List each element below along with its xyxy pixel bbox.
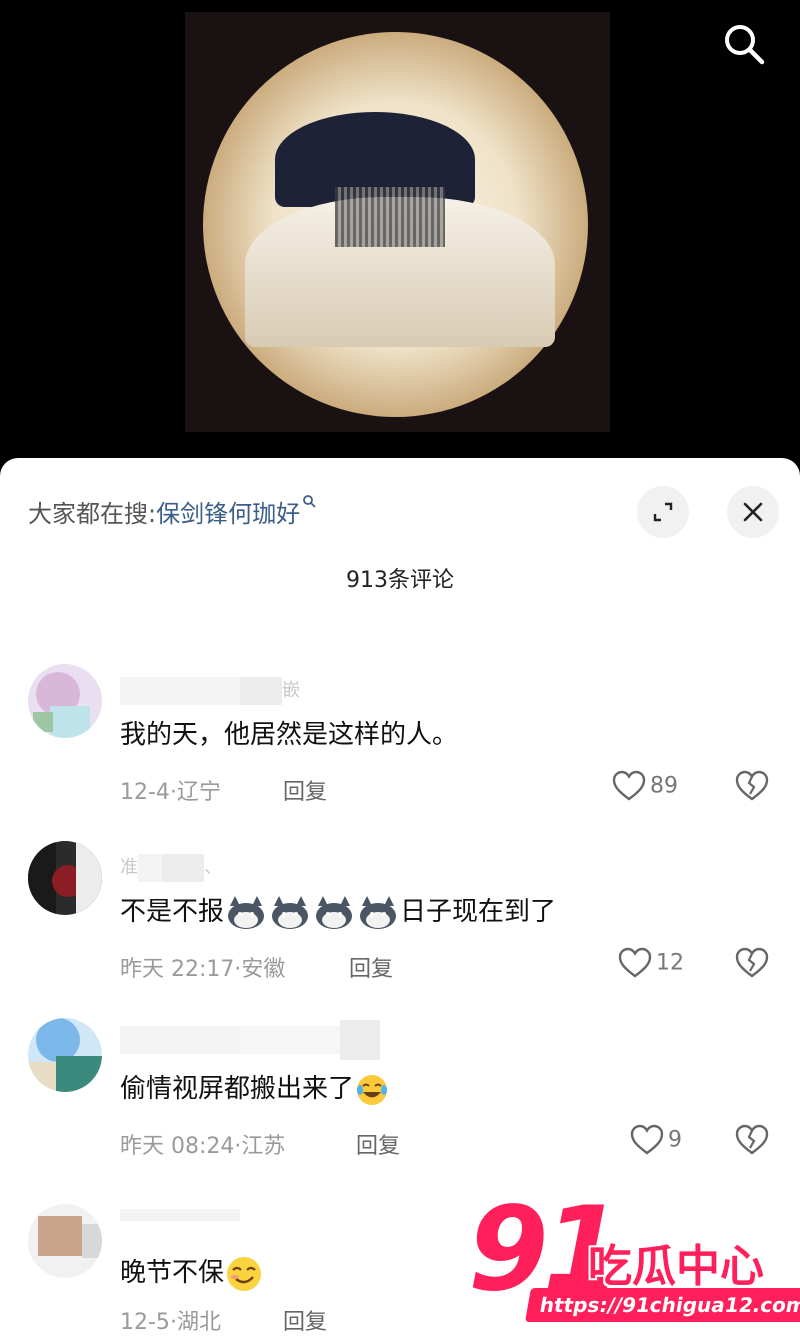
- broken-heart-icon: [735, 947, 769, 978]
- comment-count: 913条评论: [346, 568, 454, 593]
- comment-location: 安徽: [241, 957, 286, 982]
- smirk-emoji-icon: [227, 1256, 262, 1291]
- mosaic-blur: [335, 187, 445, 247]
- comment-location: 湖北: [176, 1310, 221, 1335]
- like-button[interactable]: 89: [612, 770, 678, 802]
- comment-date: 12-4: [120, 780, 170, 805]
- reply-button[interactable]: 回复: [283, 774, 327, 806]
- dislike-button[interactable]: [735, 947, 769, 983]
- reply-button[interactable]: 回复: [283, 1304, 327, 1336]
- like-button[interactable]: 12: [618, 947, 684, 979]
- dislike-button[interactable]: [735, 1124, 769, 1160]
- comment-meta: 昨天 22:17·安徽: [120, 957, 286, 982]
- like-count: 12: [656, 950, 684, 976]
- close-icon: [743, 502, 763, 522]
- watermark-url: https://91chigua12.com: [525, 1288, 800, 1322]
- dog-emoji-icon: [316, 895, 353, 929]
- comment-text: 偷情视屏都搬出来了: [120, 1068, 390, 1107]
- comment-location: 辽宁: [176, 780, 221, 805]
- watermark-logo: 91 吃瓜中心 https://91chigua12.com: [468, 1182, 800, 1330]
- trending-search-keyword[interactable]: 保剑锋何珈好: [156, 500, 300, 528]
- avatar[interactable]: [28, 1204, 102, 1278]
- reply-button[interactable]: 回复: [356, 1128, 400, 1160]
- trending-search-hint[interactable]: 大家都在搜:保剑锋何珈好: [28, 494, 316, 529]
- username[interactable]: 嵌: [120, 676, 300, 705]
- avatar[interactable]: [28, 664, 102, 738]
- comment-location: 江苏: [241, 1134, 286, 1159]
- search-icon: [725, 25, 765, 65]
- dog-emoji-icon: [360, 895, 397, 929]
- heart-icon: [618, 947, 652, 978]
- comment-sheet-header: 大家都在搜:保剑锋何珈好: [0, 458, 800, 558]
- laughing-tears-emoji-icon: [357, 1074, 388, 1105]
- broken-heart-icon: [735, 1124, 769, 1155]
- comment-text: 不是不报 日子现在到了: [120, 891, 556, 930]
- like-count: 89: [650, 773, 678, 799]
- dislike-button[interactable]: [735, 770, 769, 806]
- like-button[interactable]: 9: [630, 1124, 682, 1156]
- username[interactable]: [120, 1020, 380, 1060]
- comment-meta: 昨天 08:24·江苏: [120, 1134, 286, 1159]
- search-icon: [303, 495, 316, 508]
- broken-heart-icon: [735, 770, 769, 801]
- avatar[interactable]: [28, 841, 102, 915]
- watermark-name: 吃瓜中心: [588, 1241, 764, 1292]
- comment-meta: 12-5·湖北: [120, 1310, 221, 1335]
- expand-icon: [653, 502, 673, 522]
- comment-meta: 12-4·辽宁: [120, 780, 221, 805]
- comment-date: 昨天 22:17: [120, 957, 235, 982]
- video-player[interactable]: [0, 0, 800, 480]
- expand-button[interactable]: [637, 486, 689, 538]
- heart-icon: [612, 770, 646, 801]
- username[interactable]: 准、: [120, 853, 222, 882]
- comment-date: 昨天 08:24: [120, 1134, 235, 1159]
- comment-text: 我的天，他居然是这样的人。: [120, 720, 459, 750]
- comment-date: 12-5: [120, 1310, 170, 1335]
- heart-icon: [630, 1124, 664, 1155]
- search-button[interactable]: [722, 22, 766, 66]
- comment-text: 晚节不保: [120, 1252, 264, 1293]
- dog-emoji-icon: [272, 895, 309, 929]
- username[interactable]: [120, 1204, 240, 1226]
- close-button[interactable]: [727, 486, 779, 538]
- like-count: 9: [668, 1127, 682, 1153]
- dog-emoji-icon: [228, 895, 265, 929]
- trending-search-prefix: 大家都在搜:: [28, 500, 157, 528]
- video-frame: [185, 12, 610, 432]
- avatar[interactable]: [28, 1018, 102, 1092]
- reply-button[interactable]: 回复: [349, 951, 393, 983]
